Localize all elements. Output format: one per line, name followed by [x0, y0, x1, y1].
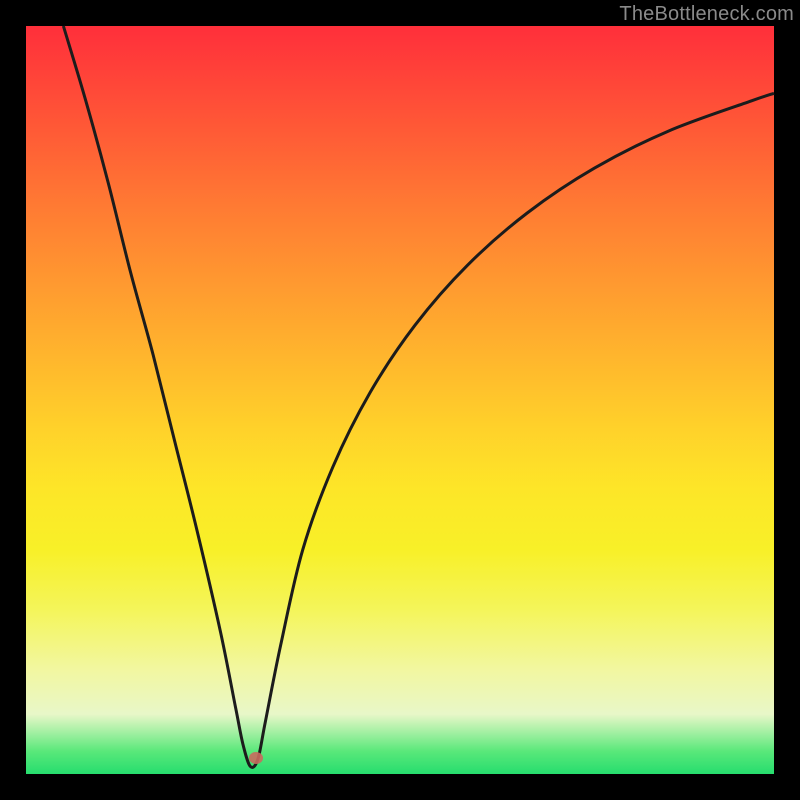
optimum-marker [249, 752, 263, 764]
watermark-text: TheBottleneck.com [619, 3, 794, 26]
bottleneck-chart [26, 26, 774, 774]
plot-area [26, 26, 774, 774]
bottleneck-curve [63, 26, 774, 767]
outer-frame: TheBottleneck.com [0, 0, 800, 800]
